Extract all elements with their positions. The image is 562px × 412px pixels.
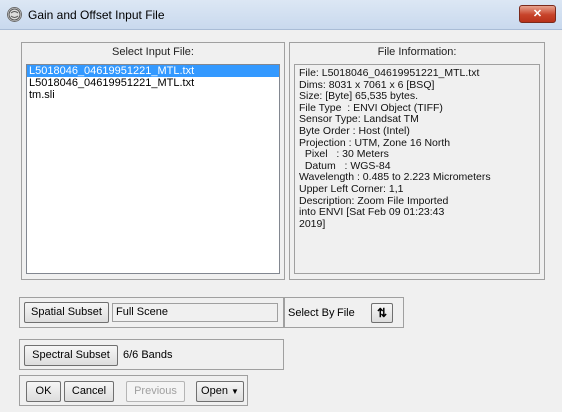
- select-by-label: Select By: [288, 307, 335, 319]
- close-icon: ✕: [532, 8, 543, 20]
- input-file-label: Select Input File:: [112, 46, 194, 58]
- spectral-subset-button[interactable]: Spectral Subset: [24, 345, 118, 366]
- list-item[interactable]: L5018046_04619951221_MTL.txt: [27, 77, 279, 89]
- file-info-line: File: L5018046_04619951221_MTL.txt: [299, 67, 480, 79]
- file-info-panel: File Information: File: L5018046_0461995…: [289, 42, 545, 280]
- input-file-list[interactable]: L5018046_04619951221_MTL.txt L5018046_046…: [26, 64, 280, 274]
- open-button[interactable]: Open ▼: [196, 381, 244, 402]
- file-info-line: Upper Left Corner: 1,1: [299, 182, 404, 195]
- open-button-label: Open: [201, 385, 228, 397]
- spectral-subset-value: 6/6 Bands: [123, 349, 173, 361]
- input-file-panel: Select Input File: L5018046_04619951221_…: [21, 42, 285, 280]
- file-info-line: 2019]: [299, 217, 326, 230]
- list-item[interactable]: tm.sli: [27, 89, 279, 101]
- envi-app-icon: [7, 7, 22, 22]
- title-bar: Gain and Offset Input File ✕: [0, 0, 562, 30]
- dropdown-triangle-icon: ▼: [231, 387, 239, 396]
- window-title: Gain and Offset Input File: [28, 8, 165, 22]
- spatial-subset-value: Full Scene: [112, 303, 278, 322]
- file-info-line: Byte Order : Host (Intel): [299, 124, 410, 137]
- cancel-button[interactable]: Cancel: [64, 381, 114, 402]
- dialog-client-area: Select Input File: L5018046_04619951221_…: [0, 30, 562, 412]
- close-button[interactable]: ✕: [519, 5, 556, 23]
- ok-button[interactable]: OK: [26, 381, 61, 402]
- select-by-toggle-button[interactable]: ⇅: [371, 303, 393, 323]
- file-info-line: into ENVI [Sat Feb 09 01:23:43: [299, 206, 445, 219]
- sort-arrows-icon: ⇅: [376, 306, 388, 320]
- spatial-subset-group: Spatial Subset Full Scene: [19, 297, 284, 328]
- spectral-subset-group: Spectral Subset 6/6 Bands: [19, 339, 284, 370]
- select-by-value[interactable]: File: [337, 306, 355, 320]
- select-by-group: Select By File ⇅: [284, 297, 404, 328]
- list-item[interactable]: L5018046_04619951221_MTL.txt: [27, 65, 279, 77]
- file-info-line: Pixel : 30 Meters: [299, 148, 389, 161]
- spatial-subset-button[interactable]: Spatial Subset: [24, 302, 109, 323]
- action-button-group: OK Cancel Previous Open ▼: [19, 375, 248, 406]
- previous-button[interactable]: Previous: [126, 381, 185, 402]
- file-info-label: File Information:: [377, 46, 457, 58]
- file-info-text: File: L5018046_04619951221_MTL.txt Dims: …: [294, 64, 540, 274]
